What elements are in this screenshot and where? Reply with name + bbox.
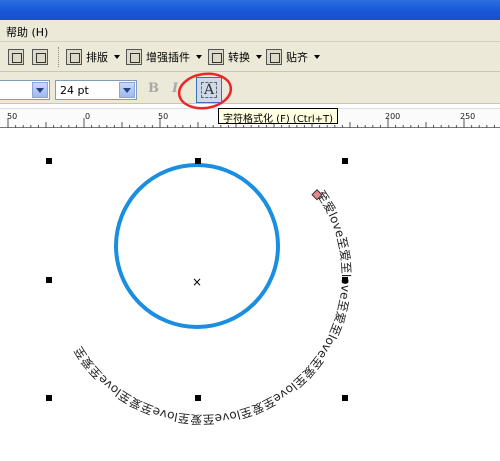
ruler-label: 50 — [158, 112, 168, 121]
zoom-fit-button[interactable] — [8, 48, 24, 66]
layout-label: 排版 — [86, 51, 108, 64]
ruler-label: 200 — [385, 112, 400, 121]
circle-shape[interactable] — [114, 163, 280, 329]
bold-button[interactable]: B — [148, 81, 159, 96]
convert-icon — [208, 49, 224, 65]
path-text-content: 至爱love至爱至love至爱至love至爱至love至爱至love至爱至lov… — [72, 188, 354, 427]
path-text[interactable]: 至爱love至爱至love至爱至love至爱至love至爱至love至爱至lov… — [72, 188, 354, 427]
layout-button[interactable]: 排版 — [66, 48, 120, 66]
character-format-icon: A — [200, 82, 218, 98]
chevron-down-icon — [256, 55, 262, 59]
font-size-value: 24 pt — [60, 84, 89, 97]
ruler-label: 50 — [7, 112, 17, 121]
ruler-label: 250 — [460, 112, 475, 121]
snap-icon — [266, 49, 282, 65]
selection-handle[interactable] — [195, 395, 201, 401]
convert-label: 转换 — [228, 51, 250, 64]
selection-handle[interactable] — [342, 158, 348, 164]
selection-handle[interactable] — [342, 395, 348, 401]
plugins-icon — [126, 49, 142, 65]
zoom-button[interactable] — [32, 48, 48, 66]
snap-button[interactable]: 贴齐 — [266, 48, 320, 66]
character-format-button[interactable]: A — [196, 77, 222, 103]
plugins-label: 增强插件 — [146, 51, 190, 64]
main-toolbar: 排版 增强插件 转换 贴齐 — [0, 42, 500, 72]
chevron-down-icon — [196, 55, 202, 59]
font-name-select[interactable] — [0, 80, 50, 100]
font-size-select[interactable]: 24 pt — [55, 80, 137, 100]
selection-handle[interactable] — [342, 277, 348, 283]
selection-handle[interactable] — [46, 277, 52, 283]
selection-handle[interactable] — [195, 158, 201, 164]
ruler-label: 0 — [85, 112, 90, 121]
property-bar: 24 pt B I — [0, 72, 500, 104]
chevron-down-icon[interactable] — [119, 82, 135, 98]
zoom-fit-icon — [8, 49, 24, 65]
toolbar-separator — [58, 47, 60, 67]
chevron-down-icon — [114, 55, 120, 59]
plugins-button[interactable]: 增强插件 — [126, 48, 202, 66]
selection-handle[interactable] — [46, 158, 52, 164]
chevron-down-icon — [314, 55, 320, 59]
center-marker[interactable]: × — [192, 275, 202, 289]
convert-button[interactable]: 转换 — [208, 48, 262, 66]
menu-help[interactable]: 帮助 (H) — [6, 24, 48, 40]
selection-handle[interactable] — [46, 395, 52, 401]
window-titlebar — [0, 0, 500, 20]
canvas-svg: × 至爱love至爱至love至爱至love至爱至love至爱至love至爱至l… — [46, 158, 354, 427]
zoom-icon — [32, 49, 48, 65]
chevron-down-icon[interactable] — [32, 82, 48, 98]
menu-bar: 帮助 (H) — [0, 20, 500, 42]
tooltip: 字符格式化 (F) (Ctrl+T) — [218, 108, 338, 125]
layout-icon — [66, 49, 82, 65]
snap-label: 贴齐 — [286, 51, 308, 64]
italic-button[interactable]: I — [172, 81, 178, 96]
drawing-canvas[interactable]: × 至爱love至爱至love至爱至love至爱至love至爱至love至爱至l… — [0, 128, 500, 461]
